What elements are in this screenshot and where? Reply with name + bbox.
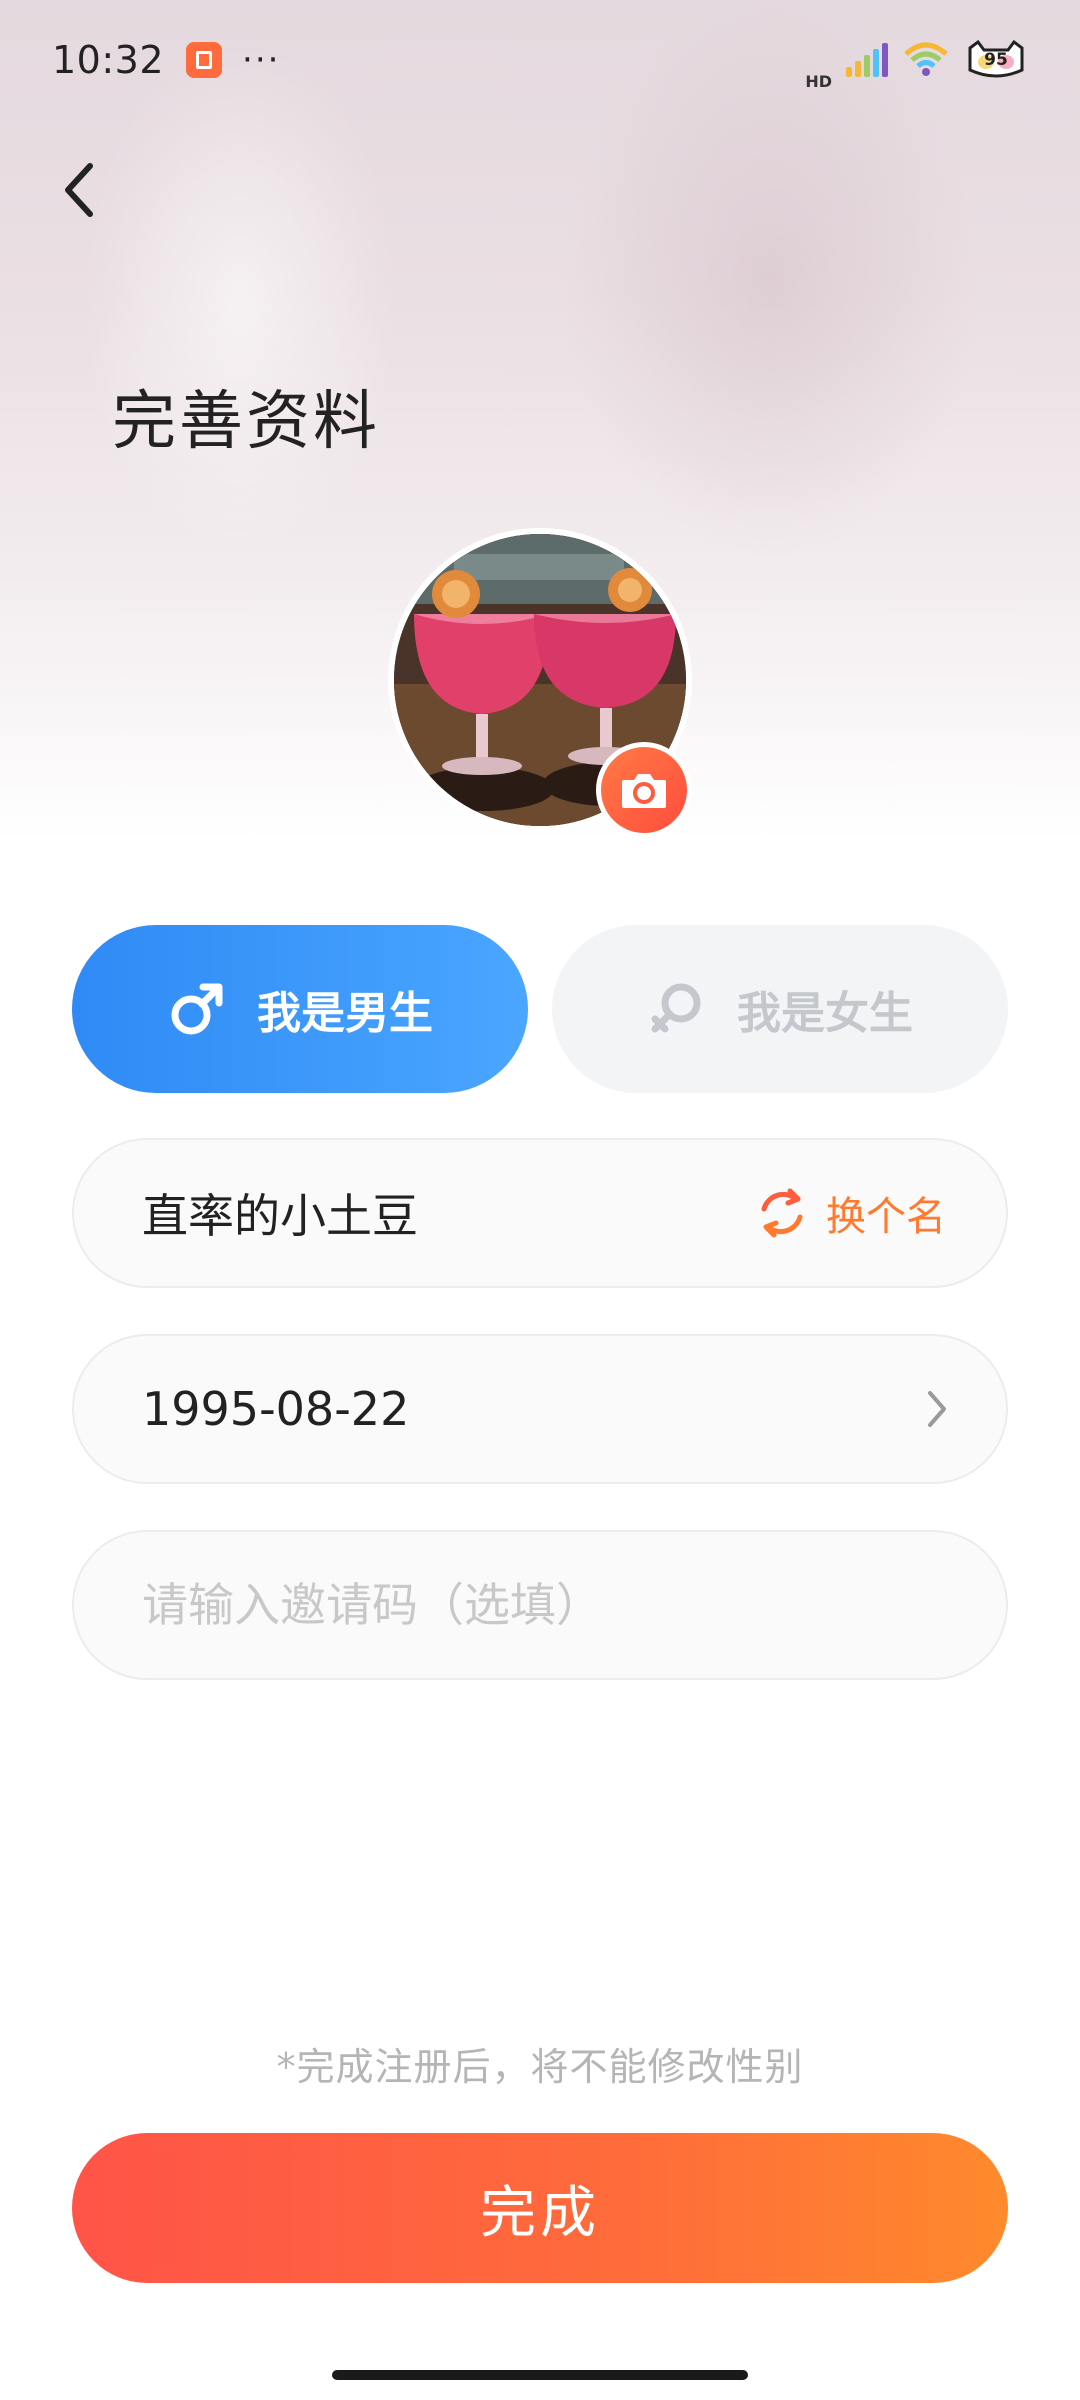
invite-code-input[interactable]	[142, 1578, 938, 1632]
gender-male-button[interactable]: 我是男生	[72, 925, 528, 1093]
back-button[interactable]	[50, 150, 110, 230]
wifi-icon	[904, 42, 948, 76]
profile-completion-screen: 10:32 ··· HD 95 完善资料 我是男生 我是女生 直率的小土豆 换个…	[0, 0, 1080, 2400]
hd-indicator: HD	[805, 71, 832, 91]
page-title: 完善资料	[112, 385, 380, 459]
gender-female-label: 我是女生	[737, 988, 913, 1039]
more-notifications-icon: ···	[242, 40, 281, 80]
status-time: 10:32	[52, 38, 165, 82]
nickname-value: 直率的小土豆	[142, 1189, 418, 1243]
gender-warning-note: *完成注册后，将不能修改性别	[276, 2045, 804, 2089]
app-notification-icon	[186, 42, 223, 78]
change-avatar-button[interactable]	[596, 742, 692, 838]
nickname-field[interactable]: 直率的小土豆 换个名	[72, 1138, 1008, 1288]
signal-icon	[846, 43, 888, 77]
camera-icon	[622, 774, 666, 808]
status-bar: 10:32 ··· HD 95	[0, 0, 1080, 120]
home-indicator[interactable]	[332, 2370, 748, 2380]
birthday-value: 1995-08-22	[142, 1382, 410, 1436]
birthday-field[interactable]: 1995-08-22	[72, 1334, 1008, 1484]
chevron-right-icon	[928, 1391, 946, 1427]
gender-female-button[interactable]: 我是女生	[552, 925, 1008, 1093]
chevron-left-icon	[65, 163, 93, 217]
submit-button[interactable]: 完成	[72, 2133, 1008, 2283]
refresh-icon	[761, 1188, 803, 1238]
male-symbol-icon	[171, 983, 223, 1035]
gender-male-label: 我是男生	[257, 988, 433, 1039]
battery-level: 95	[984, 50, 1008, 70]
female-symbol-icon	[651, 983, 701, 1033]
invite-code-field[interactable]	[72, 1530, 1008, 1680]
rename-button[interactable]: 换个名	[756, 1184, 946, 1242]
status-icons: HD 95	[805, 30, 1028, 91]
rename-label: 换个名	[826, 1194, 946, 1240]
battery-icon: 95	[964, 39, 1028, 80]
